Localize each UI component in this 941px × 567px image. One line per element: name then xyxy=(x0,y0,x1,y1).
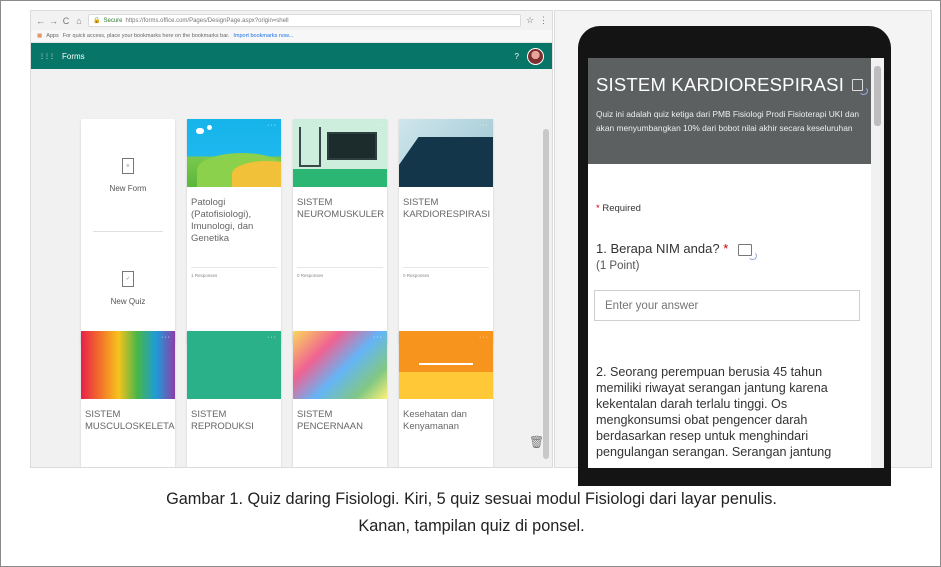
bookmarks-bar: ▦ Apps For quick access, place your book… xyxy=(31,30,552,43)
secure-label: Secure xyxy=(103,17,123,24)
quiz-title: Patologi (Patofisiologi), Imunologi, dan… xyxy=(191,197,254,244)
phone-scrollbar-track xyxy=(871,58,884,468)
avatar[interactable] xyxy=(527,47,544,65)
question-2-text: 2. Seorang perempuan berusia 45 tahun me… xyxy=(596,365,832,459)
quiz-title: SISTEM KARDIORESPIRASI xyxy=(403,197,491,220)
figure-frame: ← → C ⌂ 🔒 Secure https://forms.office.co… xyxy=(0,0,941,567)
new-form-button[interactable]: ≡ New Form xyxy=(81,119,175,231)
desktop-browser: ← → C ⌂ 🔒 Secure https://forms.office.co… xyxy=(30,10,553,468)
new-form-icon: ≡ xyxy=(122,157,134,174)
caption-line-2: Kanan, tampilan quiz di ponsel. xyxy=(358,517,585,535)
forms-gallery: ≡ New Form ✓ New Quiz ··· Patologi (Pato… xyxy=(31,69,552,467)
waffle-icon[interactable]: ⋮⋮⋮ xyxy=(39,53,55,60)
url-text: https://forms.office.com/Pages/DesignPag… xyxy=(125,17,289,24)
import-bookmarks-link[interactable]: Import bookmarks now... xyxy=(233,33,293,39)
card-more-icon[interactable]: ··· xyxy=(479,122,489,129)
recycle-bin-icon[interactable]: 🗑 xyxy=(529,435,544,453)
address-bar[interactable]: 🔒 Secure https://forms.office.com/Pages/… xyxy=(88,14,521,27)
quiz-title: SISTEM REPRODUKSI xyxy=(191,409,254,432)
quiz-title: SISTEM PENCERNAAN xyxy=(297,409,363,432)
lock-icon: 🔒 xyxy=(93,18,101,24)
quiz-card-kardiorespirasi[interactable]: ··· SISTEM KARDIORESPIRASI 0 Responses xyxy=(399,119,493,344)
question-1-points: (1 Point) xyxy=(596,260,640,272)
cloud-icon xyxy=(196,128,204,134)
quiz-title: SISTEM MUSCULOSKELETAL xyxy=(85,409,175,432)
figure-caption: Gambar 1. Quiz daring Fisiologi. Kiri, 5… xyxy=(1,486,941,540)
new-quiz-icon: ✓ xyxy=(122,270,134,287)
quiz-responses: 1 Responses xyxy=(191,267,277,278)
bookmarks-hint: For quick access, place your bookmarks h… xyxy=(62,33,230,39)
quiz-card-patologi[interactable]: ··· Patologi (Patofisiologi), Imunologi,… xyxy=(187,119,281,344)
form-title: SISTEM KARDIORESPIRASI xyxy=(596,74,868,96)
quiz-card-pencernaan[interactable]: ··· SISTEM PENCERNAAN xyxy=(293,331,387,467)
quiz-thumbnail: ··· xyxy=(187,331,281,399)
new-items-card: ≡ New Form ✓ New Quiz xyxy=(81,119,175,344)
bookmark-star-icon[interactable]: ☆ xyxy=(526,15,534,26)
question-1-required-star: * xyxy=(723,241,729,256)
quiz-card-kesehatan[interactable]: ··· Kesehatan dan Kenyamanan xyxy=(399,331,493,467)
phone-scrollbar[interactable] xyxy=(874,66,881,126)
card-more-icon[interactable]: ··· xyxy=(479,334,489,341)
forms-app-title[interactable]: Forms xyxy=(62,52,85,61)
quiz-thumbnail: ··· xyxy=(399,331,493,399)
quiz-title: SISTEM NEUROMUSKULER xyxy=(297,197,385,220)
quiz-thumbnail: ··· xyxy=(399,119,493,187)
card-more-icon[interactable]: ··· xyxy=(373,122,383,129)
forward-icon[interactable]: → xyxy=(49,16,58,26)
immersive-reader-icon[interactable] xyxy=(852,79,868,95)
question-1-text: 1. Berapa NIM anda? xyxy=(596,241,720,256)
reload-icon[interactable]: C xyxy=(62,16,70,26)
card-more-icon[interactable]: ··· xyxy=(267,122,277,129)
new-quiz-label: New Quiz xyxy=(110,296,146,306)
card-more-icon[interactable]: ··· xyxy=(161,334,171,341)
quiz-responses: 0 Responses xyxy=(297,267,383,278)
chalkboard-icon xyxy=(327,132,377,160)
caption-line-1: Gambar 1. Quiz daring Fisiologi. Kiri, 5… xyxy=(166,490,777,508)
home-icon[interactable]: ⌂ xyxy=(75,16,83,26)
answer-input[interactable] xyxy=(594,290,860,321)
new-quiz-button[interactable]: ✓ New Quiz xyxy=(81,232,175,344)
apps-grid-icon[interactable]: ▦ xyxy=(37,33,42,39)
quiz-thumbnail: ··· xyxy=(187,119,281,187)
gallery-scrollbar[interactable] xyxy=(543,129,549,459)
quiz-thumbnail: ··· xyxy=(81,331,175,399)
quiz-card-neuromuskuler[interactable]: ··· SISTEM NEUROMUSKULER 0 Responses xyxy=(293,119,387,344)
phone-screen: SISTEM KARDIORESPIRASI Quiz ini adalah q… xyxy=(588,58,884,468)
new-form-label: New Form xyxy=(109,183,147,193)
help-icon[interactable]: ? xyxy=(515,52,519,61)
browser-toolbar: ← → C ⌂ 🔒 Secure https://forms.office.co… xyxy=(31,11,552,30)
browser-menu-icon[interactable]: ⋮ xyxy=(539,15,548,26)
quiz-responses: 0 Responses xyxy=(403,267,489,278)
forms-app-bar: ⋮⋮⋮ Forms ? xyxy=(31,43,552,69)
question-1: 1. Berapa NIM anda? * (1 Point) xyxy=(596,241,757,274)
required-star: * xyxy=(596,203,600,214)
quiz-title: Kesehatan dan Kenyamanan xyxy=(403,409,467,432)
required-label: Required xyxy=(602,203,641,214)
apps-label[interactable]: Apps xyxy=(46,33,59,39)
quiz-thumbnail: ··· xyxy=(293,331,387,399)
mountain-icon xyxy=(399,137,493,187)
immersive-reader-icon[interactable] xyxy=(737,243,757,260)
form-header: SISTEM KARDIORESPIRASI Quiz ini adalah q… xyxy=(588,58,871,164)
quiz-card-musculoskeletal[interactable]: ··· SISTEM MUSCULOSKELETAL xyxy=(81,331,175,467)
quiz-thumbnail: ··· xyxy=(293,119,387,187)
back-icon[interactable]: ← xyxy=(36,16,45,26)
card-more-icon[interactable]: ··· xyxy=(373,334,383,341)
form-description: Quiz ini adalah quiz ketiga dari PMB Fis… xyxy=(596,109,860,133)
quiz-card-reproduksi[interactable]: ··· SISTEM REPRODUKSI xyxy=(187,331,281,467)
required-note: * Required xyxy=(596,203,641,214)
card-more-icon[interactable]: ··· xyxy=(267,334,277,341)
